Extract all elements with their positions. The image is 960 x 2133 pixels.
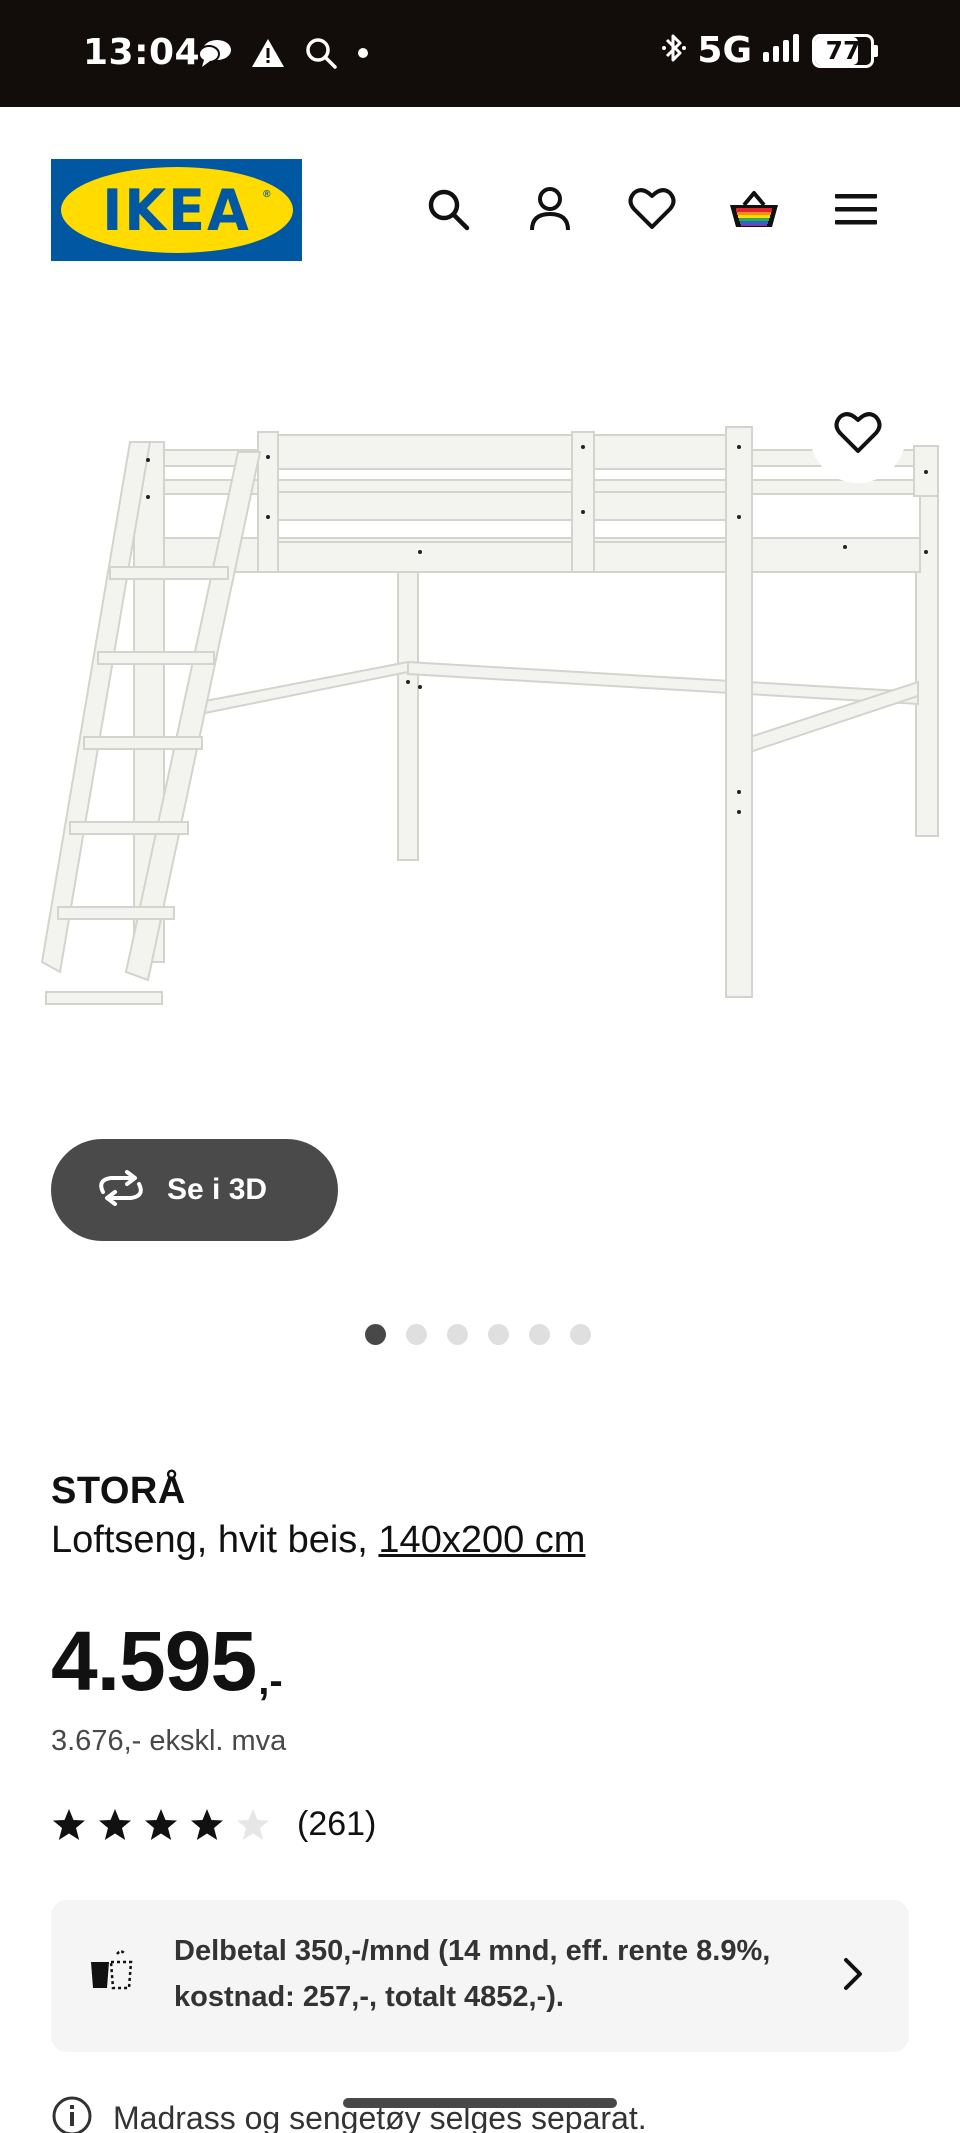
- gallery-dot[interactable]: [406, 1324, 427, 1345]
- bluetooth-icon: [661, 31, 687, 70]
- installment-text: Delbetal 350,-/mnd (14 mnd, eff. rente 8…: [174, 1935, 771, 2013]
- product-name: STORÅ: [51, 1470, 186, 1512]
- chevron-right-icon: [841, 1954, 865, 1999]
- star-filled-icon: [191, 1808, 223, 1840]
- notification-icons: [198, 36, 370, 75]
- battery-icon: 77: [812, 33, 878, 68]
- star-filled-icon: [53, 1808, 85, 1840]
- view-in-3d-label: Se i 3D: [167, 1173, 268, 1206]
- battery-level: 77: [825, 35, 861, 65]
- heart-icon: [834, 411, 882, 460]
- product-description-text: Loftseng, hvit beis,: [51, 1519, 368, 1561]
- product-size-link[interactable]: 140x200 cm: [378, 1519, 585, 1561]
- dot-icon: [356, 46, 370, 65]
- status-time: 13:04: [83, 32, 201, 73]
- product-rating[interactable]: (261): [51, 1805, 376, 1844]
- account-icon: [528, 186, 572, 237]
- gallery-dot[interactable]: [447, 1324, 468, 1345]
- search-icon: [426, 187, 470, 236]
- star-filled-icon: [99, 1808, 131, 1840]
- product-description: Loftseng, hvit beis, 140x200 cm: [51, 1519, 911, 1562]
- rating-stars: [51, 1807, 281, 1843]
- info-icon: [51, 2095, 93, 2133]
- gallery-dot[interactable]: [488, 1324, 509, 1345]
- price-suffix: ,-: [258, 1659, 283, 1703]
- warning-icon: [250, 37, 286, 74]
- signal-icon: [762, 32, 802, 69]
- heart-icon: [628, 187, 676, 236]
- gallery-dot[interactable]: [570, 1324, 591, 1345]
- chat-bubble-icon: [198, 37, 232, 74]
- search-button[interactable]: [420, 183, 476, 239]
- gallery-pagination: [365, 1324, 591, 1345]
- star-empty-icon: [237, 1808, 269, 1840]
- menu-icon: [834, 191, 878, 232]
- installment-banner[interactable]: Delbetal 350,-/mnd (14 mnd, eff. rente 8…: [51, 1900, 909, 2052]
- basket-button[interactable]: [726, 183, 782, 239]
- rotate-3d-icon: [95, 1169, 147, 1211]
- menu-button[interactable]: [828, 183, 884, 239]
- search-icon: [304, 36, 338, 75]
- add-to-favourites-button[interactable]: [810, 387, 906, 483]
- registered-mark: ®: [263, 189, 271, 200]
- favourites-button[interactable]: [624, 183, 680, 239]
- system-icons: 5G 77: [661, 30, 878, 71]
- product-info: STORÅ Loftseng, hvit beis, 140x200 cm: [51, 1470, 911, 1562]
- logo-text: IKEA: [102, 176, 251, 244]
- header-actions: [420, 183, 884, 239]
- gallery-dot[interactable]: [529, 1324, 550, 1345]
- status-bar: 13:04 5G 77: [0, 0, 960, 107]
- network-label: 5G: [697, 30, 752, 71]
- product-price: 4.595 ,-: [51, 1615, 283, 1707]
- review-count: (261): [297, 1805, 377, 1843]
- product-image[interactable]: [0, 402, 960, 1242]
- logo-oval: IKEA ®: [60, 167, 293, 253]
- account-button[interactable]: [522, 183, 578, 239]
- basket-icon: [728, 187, 780, 236]
- ikea-logo[interactable]: IKEA ®: [51, 159, 302, 261]
- home-indicator[interactable]: [343, 2098, 617, 2108]
- star-filled-icon: [145, 1808, 177, 1840]
- view-in-3d-button[interactable]: Se i 3D: [51, 1139, 338, 1241]
- product-gallery[interactable]: Se i 3D: [0, 312, 960, 1345]
- price-integer: 4.595: [51, 1614, 257, 1708]
- site-header: IKEA ®: [0, 107, 960, 312]
- installment-icon: [87, 1948, 141, 1999]
- gallery-dot[interactable]: [365, 1324, 386, 1345]
- price-excluding-vat: 3.676,- ekskl. mva: [51, 1725, 287, 1757]
